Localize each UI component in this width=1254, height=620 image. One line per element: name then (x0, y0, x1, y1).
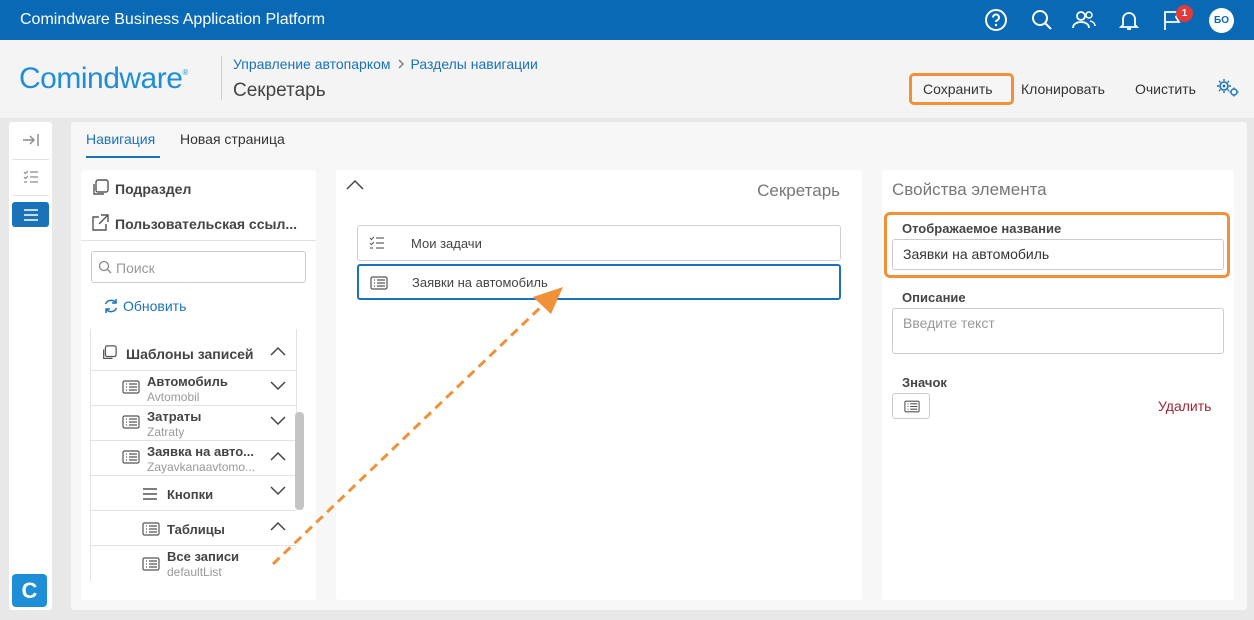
search-icon[interactable] (1030, 8, 1054, 32)
chevron-up-icon (270, 346, 286, 356)
tree-group[interactable]: Шаблоны записей (91, 336, 296, 371)
page-header: Comindware® Управление автопарком Раздел… (0, 40, 1254, 118)
navigation-icon[interactable] (12, 202, 49, 227)
list-icon (122, 450, 140, 464)
tasks-icon (369, 236, 384, 249)
platform-logo[interactable]: C (12, 574, 47, 607)
copy-icon (103, 345, 117, 359)
app-title: Comindware Business Application Platform (20, 11, 326, 28)
nav-row-my-tasks[interactable]: Мои задачи (357, 225, 841, 261)
tasks-icon[interactable] (12, 165, 49, 190)
properties-title: Свойства элемента (892, 180, 1047, 199)
description-input[interactable]: Введите текст (892, 308, 1224, 354)
nav-row-car-requests[interactable]: Заявки на автомобиль (357, 264, 841, 300)
tree-node[interactable]: Затраты Zatraty (91, 406, 296, 441)
icon-picker-button[interactable] (892, 393, 930, 419)
list-icon (370, 276, 388, 290)
panel-title: Секретарь (757, 181, 840, 200)
settings-icon[interactable] (1216, 78, 1240, 103)
list-icon (142, 557, 160, 571)
chevron-down-icon (270, 486, 286, 496)
logo: Comindware® (19, 62, 188, 95)
expand-sidebar-icon[interactable] (12, 128, 49, 153)
chevron-down-icon (270, 381, 286, 391)
tab-underline (86, 156, 160, 158)
top-bar: Comindware Business Application Platform… (0, 0, 1254, 40)
list-icon (142, 522, 160, 536)
tree-node[interactable]: Все записи defaultList (91, 546, 296, 580)
tree-node[interactable]: Автомобиль Avtomobil (91, 371, 296, 406)
list-icon (122, 415, 140, 429)
notification-badge: 1 (1176, 5, 1193, 22)
description-label: Описание (902, 290, 966, 305)
tree-node[interactable]: Таблицы (91, 511, 296, 546)
list-icon (122, 380, 140, 394)
tree: Шаблоны записей Автомобиль Avtomobil Зат… (91, 330, 296, 580)
left-rail: C (9, 122, 52, 610)
breadcrumb-item-fleet[interactable]: Управление автопарком (233, 56, 391, 72)
copy-icon (93, 179, 109, 195)
display-name-input[interactable]: Заявки на автомобиль (892, 239, 1224, 270)
chevron-up-icon[interactable] (346, 178, 364, 196)
display-name-label: Отображаемое название (902, 221, 1062, 236)
divider (221, 56, 222, 100)
chevron-right-icon (397, 58, 405, 72)
tree-scrollbar[interactable] (295, 412, 304, 510)
icon-label: Значок (902, 375, 947, 390)
clear-button[interactable]: Очистить (1135, 81, 1196, 97)
users-icon[interactable] (1071, 8, 1096, 32)
refresh-button[interactable]: Обновить (103, 298, 186, 314)
custom-link-item[interactable]: Пользовательская ссыл... (91, 214, 297, 232)
clone-button[interactable]: Клонировать (1021, 81, 1105, 97)
tree-node[interactable]: Кнопки (91, 476, 296, 511)
chevron-up-icon (270, 451, 286, 461)
search-icon (98, 260, 112, 274)
delete-icon-link[interactable]: Удалить (1158, 398, 1211, 414)
tab-new-page[interactable]: Новая страница (180, 131, 285, 147)
breadcrumb: Управление автопарком Разделы навигации (233, 56, 538, 72)
menu-icon (143, 488, 157, 500)
save-button[interactable]: Сохранить (923, 81, 993, 97)
chevron-down-icon (270, 416, 286, 426)
breadcrumb-item-nav-sections[interactable]: Разделы навигации (411, 56, 538, 72)
subsection-item[interactable]: Подраздел (91, 179, 191, 197)
external-link-icon (92, 214, 109, 231)
chevron-up-icon (270, 521, 286, 531)
refresh-icon (104, 299, 118, 313)
help-icon[interactable] (984, 8, 1008, 32)
tab-navigation[interactable]: Навигация (86, 131, 155, 147)
bell-icon[interactable] (1117, 8, 1141, 32)
search-input[interactable]: Поиск (91, 251, 306, 283)
tree-node[interactable]: Заявка на авто... Zayavkanaavtomo... (91, 441, 296, 476)
page-title: Секретарь (233, 80, 326, 101)
list-icon (904, 400, 920, 413)
avatar[interactable]: БО (1209, 8, 1234, 33)
